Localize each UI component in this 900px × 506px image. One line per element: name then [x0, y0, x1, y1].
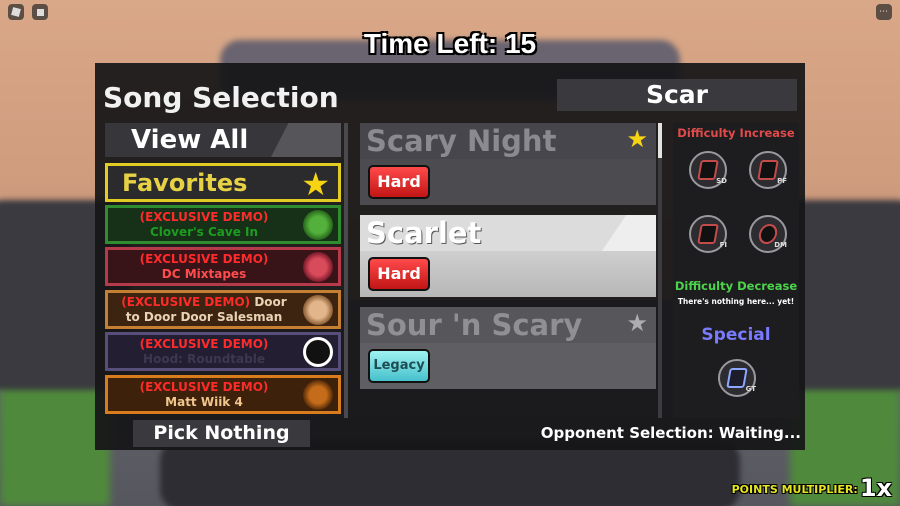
sudden-death-modifier-icon[interactable]: SD: [689, 151, 727, 189]
view-all-tab: [271, 123, 341, 157]
song-title: Scarlet: [366, 216, 482, 250]
salesman-avatar-icon: [303, 295, 333, 325]
dc-avatar-icon: [303, 252, 333, 282]
roblox-menu-icon[interactable]: [8, 4, 24, 20]
panel-title: Song Selection: [103, 81, 339, 114]
more-options-icon[interactable]: ⋯: [876, 4, 892, 20]
difficulty-increase-title: Difficulty Increase: [677, 126, 795, 140]
song-title: Sour 'n Scary: [366, 308, 583, 342]
category-scrollbar[interactable]: [344, 123, 348, 418]
modifiers-panel: Difficulty Increase SD PF FI DM Difficul…: [673, 123, 799, 418]
list-item[interactable]: (EXCLUSIVE DEMO) Door to Door Door Sales…: [105, 290, 341, 329]
song-title: Scary Night: [366, 124, 557, 158]
song-search-input[interactable]: Scar: [557, 79, 797, 111]
list-item[interactable]: (EXCLUSIVE DEMO) Clover's Cave In: [105, 205, 341, 244]
fade-in-modifier-icon[interactable]: FI: [689, 215, 727, 253]
matt-avatar-icon: [303, 380, 333, 410]
results-scrollbar-thumb[interactable]: [658, 123, 662, 158]
perfect-modifier-icon[interactable]: PF: [749, 151, 787, 189]
song-results: Scary Night ★ Hard Scarlet Hard Sour 'n …: [360, 123, 660, 418]
favorites-button[interactable]: Favorites ★: [105, 163, 341, 202]
star-icon: ★: [301, 165, 330, 203]
results-scrollbar-track[interactable]: [658, 158, 662, 418]
favorites-label: Favorites: [122, 169, 248, 197]
clover-avatar-icon: [303, 210, 333, 240]
favorite-star-icon[interactable]: ★: [626, 311, 648, 335]
pick-nothing-button[interactable]: Pick Nothing: [133, 420, 310, 447]
difficulty-button[interactable]: Hard: [368, 165, 430, 199]
list-item[interactable]: (EXCLUSIVE DEMO) Matt Wiik 4: [105, 375, 341, 414]
opponent-status: Opponent Selection: Waiting...: [540, 424, 801, 442]
category-list: View All Favorites ★ (EXCLUSIVE DEMO) Cl…: [103, 123, 345, 418]
song-card-selected[interactable]: Scarlet Hard: [360, 215, 656, 297]
view-all-button[interactable]: View All: [105, 123, 341, 157]
chat-icon[interactable]: [32, 4, 48, 20]
favorite-star-icon[interactable]: ★: [626, 127, 648, 151]
song-card[interactable]: Scary Night ★ Hard: [360, 123, 656, 205]
special-title: Special: [701, 325, 771, 345]
hood-avatar-icon: [303, 337, 333, 367]
ghost-modifier-icon[interactable]: GT: [718, 359, 756, 397]
song-selection-panel: Song Selection Scar View All Favorites ★…: [95, 63, 805, 450]
card-tab: [602, 215, 656, 251]
list-item[interactable]: (EXCLUSIVE DEMO) Hood: Roundtable: [105, 332, 341, 371]
points-multiplier: POINTS MULTIPLIER:1x: [731, 474, 892, 502]
decrease-empty-note: There's nothing here... yet!: [677, 297, 795, 306]
difficulty-button[interactable]: Hard: [368, 257, 430, 291]
time-left-label: Time Left: 15: [363, 28, 537, 59]
difficulty-decrease-title: Difficulty Decrease: [674, 279, 798, 293]
difficulty-button[interactable]: Legacy: [368, 349, 430, 383]
song-card[interactable]: Sour 'n Scary ★ Legacy: [360, 307, 656, 389]
double-modifier-icon[interactable]: DM: [749, 215, 787, 253]
list-item[interactable]: (EXCLUSIVE DEMO) DC Mixtapes: [105, 247, 341, 286]
